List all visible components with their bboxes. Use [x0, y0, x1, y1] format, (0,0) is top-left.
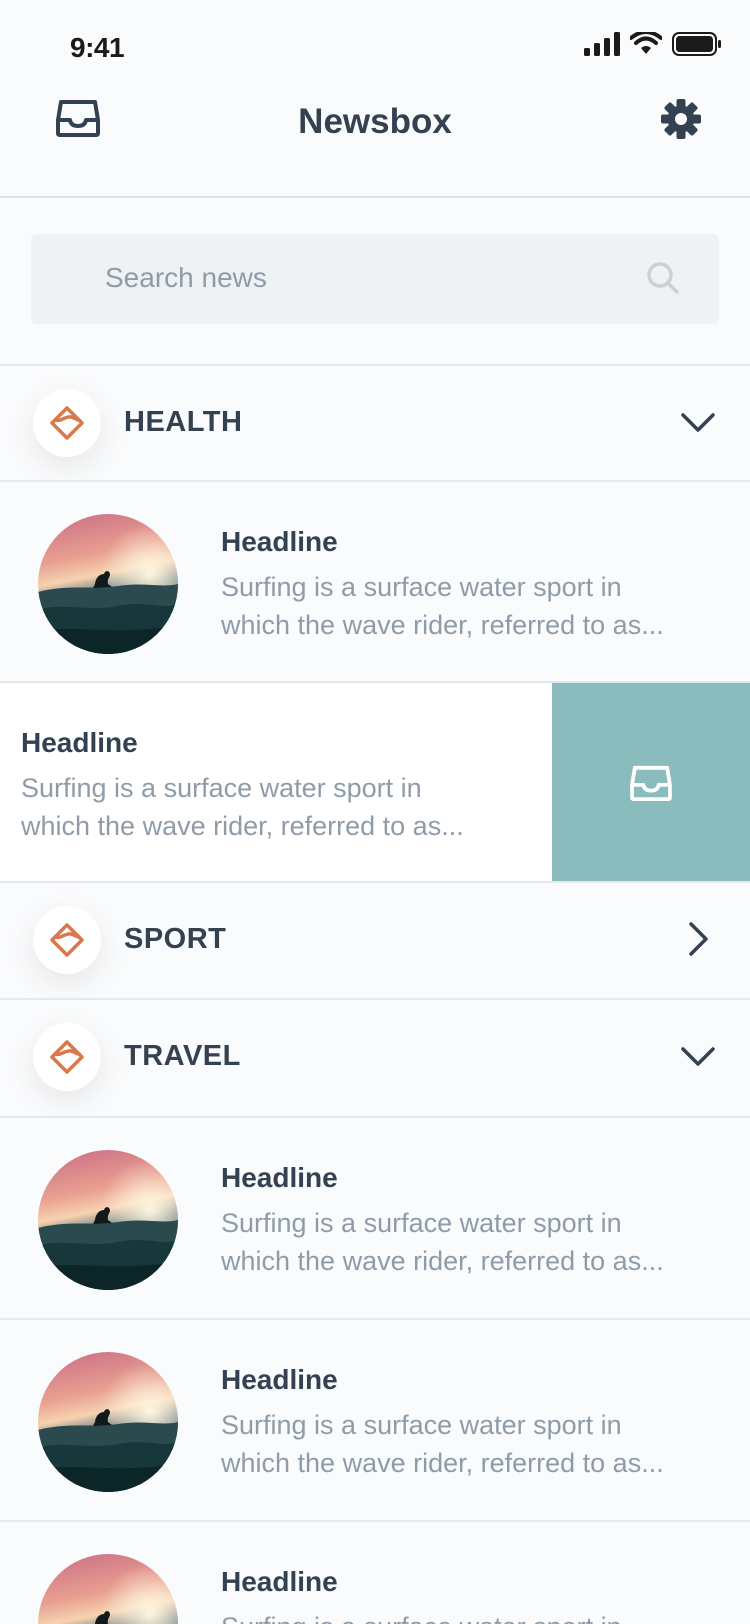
nav-bar: Newsbox: [0, 82, 750, 198]
article-snippet: Surfing is a surface water sport in whic…: [221, 1608, 681, 1624]
list-item-swiped[interactable]: Headline Surfing is a surface water spor…: [0, 683, 750, 883]
article-thumbnail: [38, 514, 178, 654]
list-item[interactable]: Headline Surfing is a surface water spor…: [0, 1118, 750, 1318]
diamond-logo-icon: [47, 920, 87, 960]
wifi-icon: [630, 32, 662, 54]
category-badge: [33, 1023, 101, 1091]
diamond-logo-icon: [47, 403, 87, 443]
status-time: 9:41: [70, 32, 125, 63]
category-health[interactable]: HEALTH: [0, 366, 750, 480]
list-item[interactable]: Headline Surfing is a surface water spor…: [0, 482, 750, 682]
chevron-right-icon[interactable]: [680, 921, 716, 957]
article-thumbnail: [38, 1554, 178, 1624]
list-item[interactable]: Headline Surfing is a surface water spor…: [0, 1522, 750, 1624]
gear-icon[interactable]: [660, 98, 702, 140]
status-icons: [584, 32, 722, 56]
article-headline: Headline: [221, 526, 338, 557]
battery-icon: [672, 32, 721, 56]
signal-icon: [584, 32, 620, 56]
search-input[interactable]: Search news: [31, 234, 719, 324]
archive-button[interactable]: [552, 683, 750, 883]
category-badge: [33, 906, 101, 974]
diamond-logo-icon: [47, 1037, 87, 1077]
article-headline: Headline: [221, 1364, 338, 1395]
article-snippet: Surfing is a surface water sport in whic…: [21, 773, 464, 841]
archive-icon: [630, 764, 672, 802]
category-sport[interactable]: SPORT: [0, 883, 750, 997]
article-thumbnail: [38, 1352, 178, 1492]
category-label: TRAVEL: [124, 1040, 241, 1072]
article-headline: Headline: [221, 1162, 338, 1193]
search-icon[interactable]: [645, 260, 681, 296]
article-snippet: Surfing is a surface water sport in whic…: [221, 572, 664, 640]
chevron-down-icon[interactable]: [680, 1038, 716, 1074]
list-item[interactable]: Headline Surfing is a surface water spor…: [0, 1320, 750, 1520]
article-thumbnail: [38, 1150, 178, 1290]
article-snippet: Surfing is a surface water sport in whic…: [221, 1208, 664, 1276]
article-snippet: Surfing is a surface water sport in whic…: [221, 1410, 664, 1478]
status-bar: 9:41: [0, 0, 750, 90]
category-label: SPORT: [124, 923, 227, 955]
category-travel[interactable]: TRAVEL: [0, 1000, 750, 1114]
chevron-down-icon[interactable]: [680, 404, 716, 440]
page-title: Newsbox: [298, 102, 452, 141]
category-label: HEALTH: [124, 406, 243, 438]
article-headline: Headline: [221, 1566, 338, 1597]
search-placeholder: Search news: [105, 262, 267, 293]
article-headline: Headline: [21, 727, 138, 758]
category-badge: [33, 389, 101, 457]
